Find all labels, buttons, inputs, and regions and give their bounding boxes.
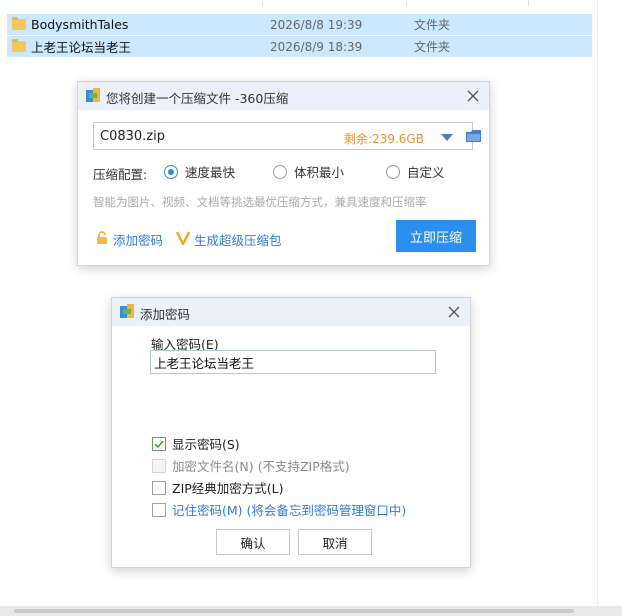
folder-browse-icon[interactable] (466, 130, 481, 142)
show-password-checkbox[interactable]: 显示密码(S) (152, 434, 240, 453)
free-space-label: 剩余:239.6GB (344, 132, 424, 146)
add-password-label: 添加密码 (113, 233, 164, 248)
column-divider (528, 0, 529, 6)
radio-label: 速度最快 (185, 165, 236, 180)
encrypt-filenames-checkbox: 加密文件名(N) (不支持ZIP格式) (152, 456, 350, 475)
file-name: 上老王论坛当老王 (31, 40, 132, 55)
checkbox-label: 显示密码(S) (172, 437, 240, 452)
confirm-button[interactable]: 确认 (216, 529, 290, 555)
v-badge-icon (175, 231, 191, 248)
360zip-app-icon (120, 304, 134, 318)
lock-icon (95, 231, 109, 248)
radio-speed-fastest[interactable]: 速度最快 (164, 162, 235, 181)
file-row[interactable]: BodysmithTales 2026/8/8 19:39 文件夹 (7, 14, 592, 35)
dialog-titlebar[interactable]: 您将创建一个压缩文件 -360压缩 (78, 82, 489, 110)
filename-value: C0830.zip (100, 129, 165, 144)
checkbox-label: 加密文件名(N) (不支持ZIP格式) (172, 459, 350, 474)
radio-label: 自定义 (407, 165, 445, 180)
file-date: 2026/8/9 18:39 (270, 39, 363, 54)
chevron-down-icon[interactable] (441, 134, 453, 141)
close-icon[interactable] (464, 87, 482, 105)
file-date: 2026/8/8 19:39 (270, 17, 363, 32)
checkbox-icon (152, 480, 166, 495)
password-input[interactable] (150, 350, 436, 374)
remember-password-checkbox[interactable]: 记住密码(M) (将会备忘到密码管理窗口中) (152, 500, 406, 519)
scrollbar-thumb[interactable] (14, 609, 574, 613)
radio-custom[interactable]: 自定义 (386, 162, 445, 181)
file-row[interactable]: 上老王论坛当老王 2026/8/9 18:39 文件夹 (7, 36, 592, 57)
radio-selected-icon (164, 164, 178, 179)
radio-unselected-icon (273, 164, 287, 179)
dialog-title: 添加密码 (140, 307, 191, 322)
file-name: BodysmithTales (31, 17, 129, 32)
dialog-titlebar[interactable]: 添加密码 (112, 298, 470, 326)
file-type: 文件夹 (414, 18, 451, 32)
column-divider (406, 0, 407, 6)
close-icon[interactable] (445, 303, 463, 321)
column-divider (262, 0, 263, 6)
compress-hint: 智能为图片、视频、文档等挑选最优压缩方式，兼具速度和压缩率 (93, 195, 427, 209)
zip-classic-encryption-checkbox[interactable]: ZIP经典加密方式(L) (152, 478, 284, 497)
radio-unselected-icon (386, 164, 400, 179)
folder-icon (12, 39, 26, 52)
super-compress-link[interactable]: 生成超级压缩包 (175, 230, 282, 249)
360zip-app-icon (86, 88, 100, 102)
folder-icon (12, 17, 26, 30)
vertical-divider (597, 0, 598, 616)
add-password-dialog: 添加密码 输入密码(E) 显示密码(S) 加密文件名(N) (不支持ZIP格式)… (111, 297, 471, 568)
compress-now-button[interactable]: 立即压缩 (396, 220, 476, 252)
radio-label: 体积最小 (294, 165, 345, 180)
super-compress-label: 生成超级压缩包 (194, 233, 282, 248)
checkbox-disabled-icon (152, 458, 166, 473)
filename-input[interactable]: C0830.zip 剩余:239.6GB (93, 122, 481, 150)
radio-size-smallest[interactable]: 体积最小 (273, 162, 344, 181)
checkmark-icon (152, 436, 166, 451)
checkbox-label: ZIP经典加密方式(L) (172, 481, 284, 496)
config-label: 压缩配置: (93, 167, 148, 182)
checkbox-icon (152, 502, 166, 517)
checkbox-label: 记住密码(M) (将会备忘到密码管理窗口中) (172, 503, 407, 518)
file-type: 文件夹 (414, 40, 451, 54)
add-password-link[interactable]: 添加密码 (95, 230, 163, 249)
compress-dialog: 您将创建一个压缩文件 -360压缩 C0830.zip 剩余:239.6GB 压… (77, 81, 490, 266)
dialog-title: 您将创建一个压缩文件 -360压缩 (106, 91, 289, 106)
cancel-button[interactable]: 取消 (298, 529, 372, 555)
